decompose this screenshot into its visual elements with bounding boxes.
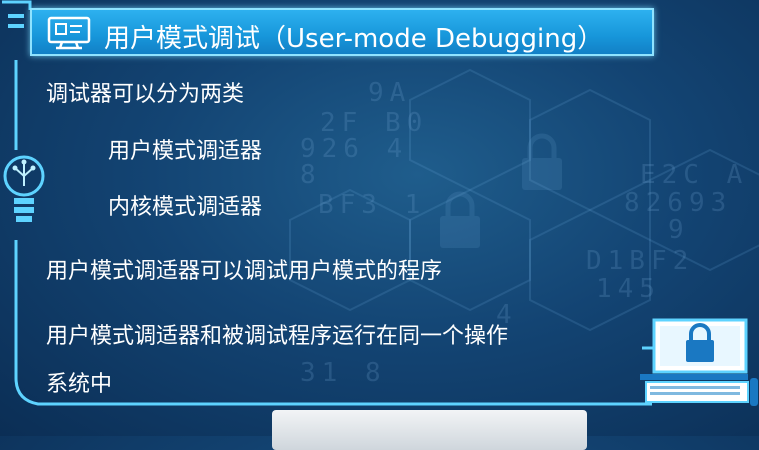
computer-lock-icon	[640, 318, 758, 406]
content-line: 系统中	[46, 372, 113, 397]
corner-decoration	[2, 0, 32, 28]
title-bar: 用户模式调试（User-mode Debugging）	[30, 8, 654, 56]
slide-title: 用户模式调试（User-mode Debugging）	[104, 24, 604, 54]
lightbulb-icon	[3, 155, 45, 222]
content-line: 用户模式调适器可以调试用户模式的程序	[46, 259, 443, 284]
content-heading: 调试器可以分为两类	[46, 82, 245, 107]
content-subitem: 内核模式调适器	[108, 195, 263, 220]
bottom-panel	[272, 410, 587, 450]
content-subitem: 用户模式调适器	[108, 139, 263, 164]
content-line: 用户模式调适器和被调试程序运行在同一个操作	[46, 324, 509, 349]
monitor-icon	[47, 16, 91, 50]
